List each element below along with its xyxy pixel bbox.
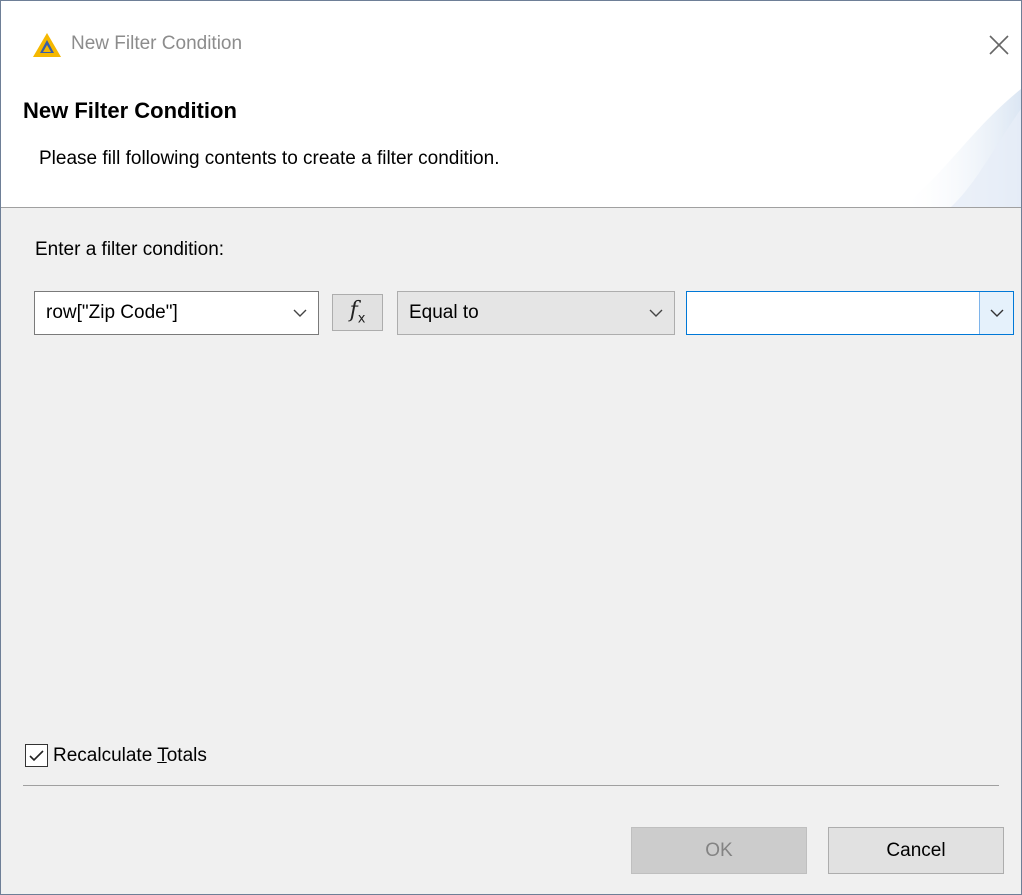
dialog-message: Please fill following contents to create… bbox=[39, 148, 500, 169]
birt-logo-icon bbox=[33, 33, 61, 57]
value-dropdown-button[interactable] bbox=[979, 292, 1013, 334]
chevron-down-icon bbox=[293, 309, 307, 317]
chevron-down-icon bbox=[990, 309, 1003, 317]
close-icon bbox=[989, 35, 1009, 55]
title-bar: New Filter Condition bbox=[1, 1, 1021, 89]
window-title: New Filter Condition bbox=[71, 33, 243, 54]
recalculate-totals-label: Recalculate Totals bbox=[53, 744, 207, 766]
column-expression-value: row["Zip Code"] bbox=[46, 302, 178, 323]
header-separator bbox=[1, 207, 1021, 208]
banner-decoration bbox=[901, 89, 1021, 207]
chevron-down-icon bbox=[649, 309, 663, 317]
ok-button[interactable]: OK bbox=[631, 827, 807, 874]
new-filter-condition-dialog: New Filter Condition New Filter Conditio… bbox=[0, 0, 1022, 895]
footer-separator bbox=[23, 785, 999, 786]
expression-builder-button[interactable]: fx bbox=[332, 294, 383, 331]
close-button[interactable] bbox=[981, 27, 1017, 63]
cancel-button[interactable]: Cancel bbox=[828, 827, 1004, 874]
column-expression-combo[interactable]: row["Zip Code"] bbox=[34, 291, 319, 335]
fx-function-icon: fx bbox=[349, 298, 366, 327]
recalculate-totals-option[interactable]: Recalculate Totals bbox=[25, 744, 207, 767]
checkmark-icon bbox=[29, 749, 44, 761]
filter-condition-label: Enter a filter condition: bbox=[35, 239, 225, 260]
operator-value: Equal to bbox=[409, 302, 479, 323]
value-combo[interactable] bbox=[686, 291, 1014, 335]
operator-combo[interactable]: Equal to bbox=[397, 291, 675, 335]
recalculate-totals-checkbox[interactable] bbox=[25, 744, 48, 767]
dialog-heading: New Filter Condition bbox=[23, 98, 237, 123]
title-area: New Filter Condition Please fill followi… bbox=[1, 89, 1021, 207]
